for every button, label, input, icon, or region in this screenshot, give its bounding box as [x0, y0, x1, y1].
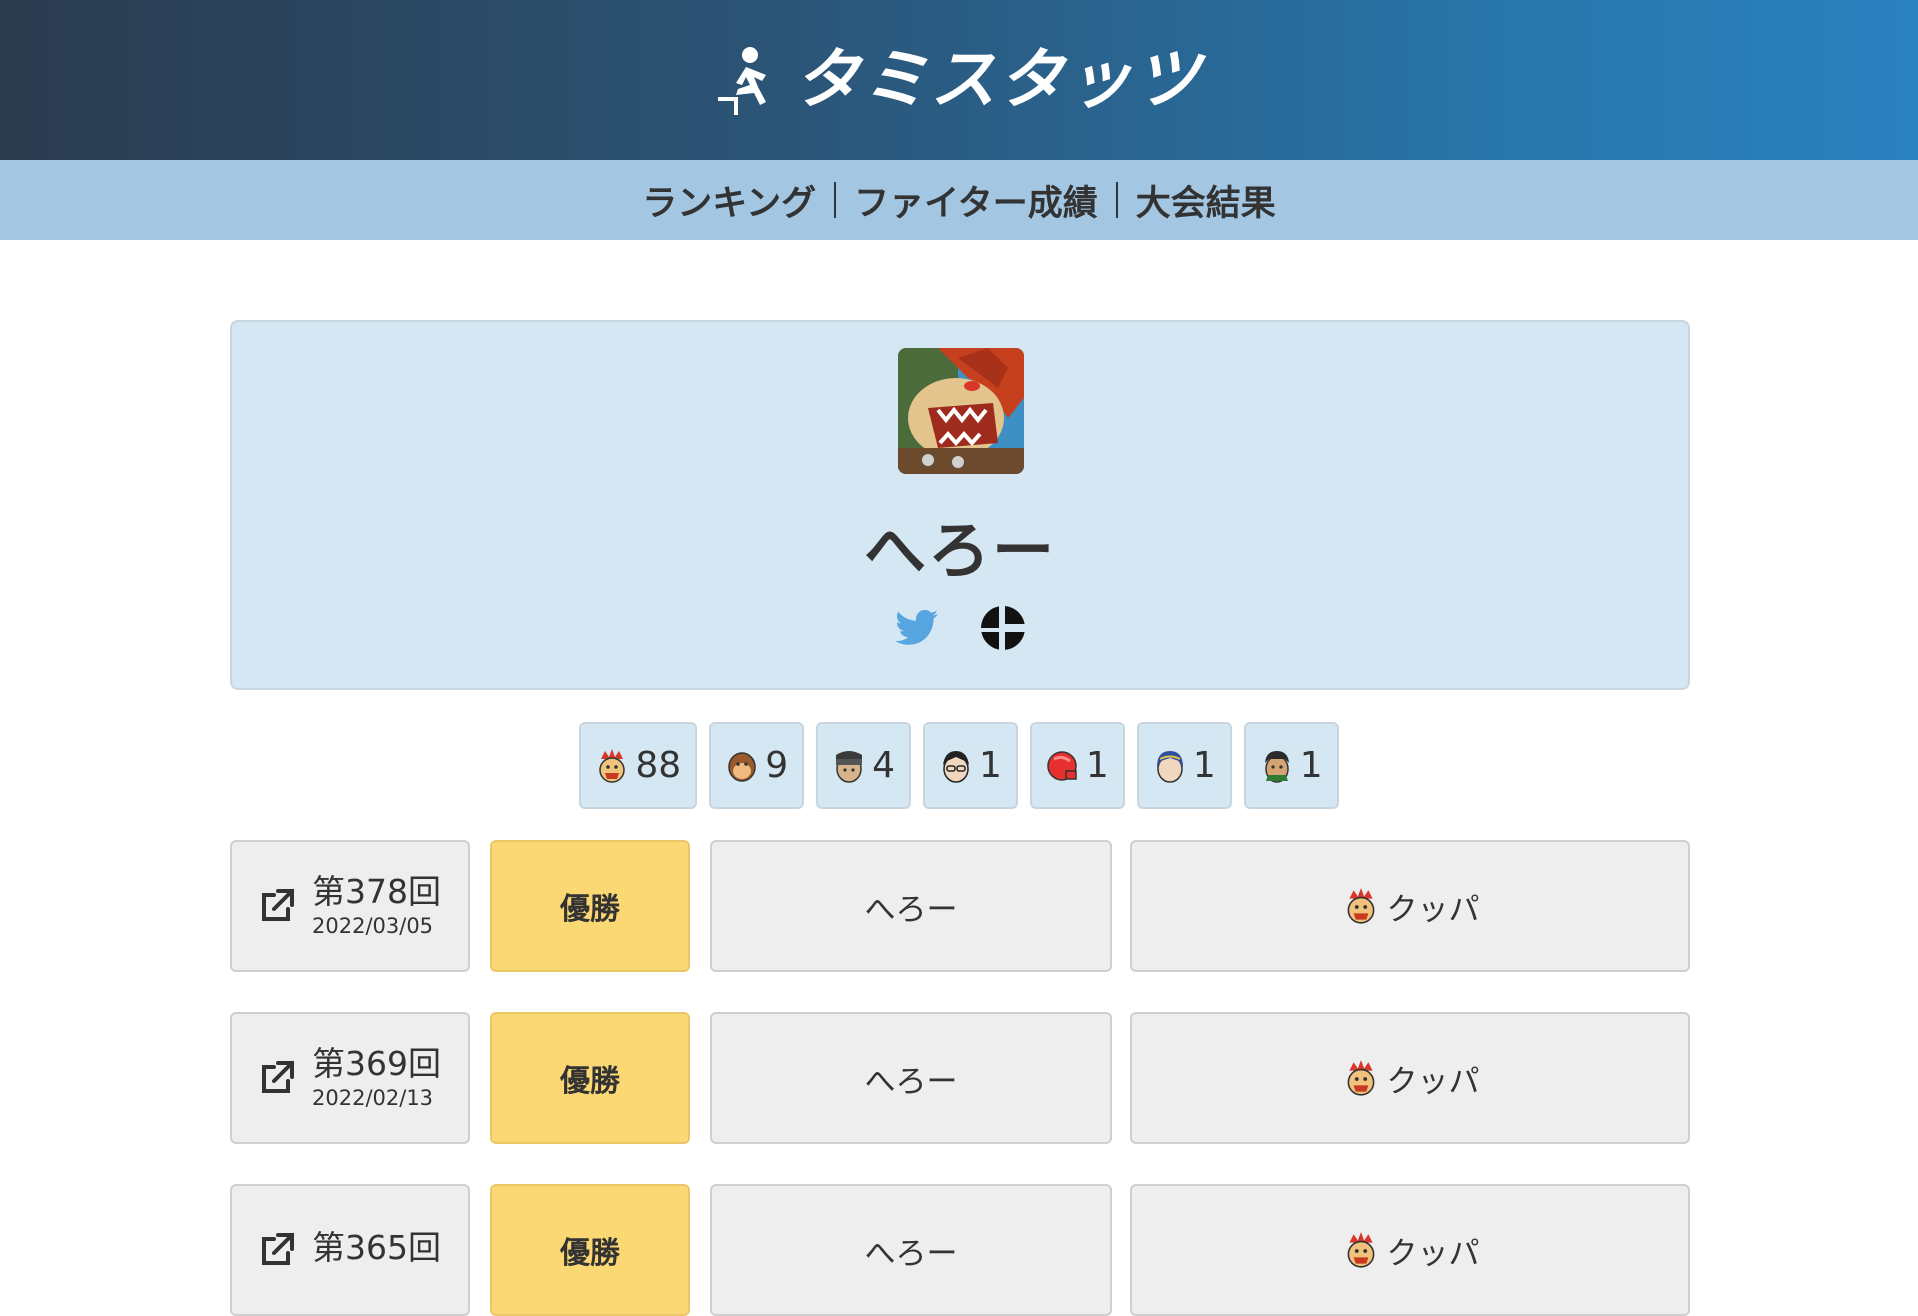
- event-number: 第378回: [312, 872, 441, 912]
- fighter-usage-chip[interactable]: 1: [1029, 722, 1125, 809]
- placing-badge: 優勝: [490, 840, 690, 972]
- fighter-usage-count: 1: [1085, 745, 1109, 786]
- nav-divider: [834, 182, 837, 218]
- result-row: 第369回 2022/02/13 優勝 へろー クッパ: [230, 1012, 1690, 1144]
- placing-label: 優勝: [560, 1064, 620, 1099]
- fighter-cell[interactable]: クッパ: [1130, 840, 1690, 972]
- fighter-cell[interactable]: クッパ: [1130, 1012, 1690, 1144]
- external-link-icon: [262, 889, 294, 921]
- twitter-icon[interactable]: [893, 604, 941, 652]
- placing-label: 優勝: [560, 1236, 620, 1271]
- nav-tournament-results[interactable]: 大会結果: [1130, 175, 1282, 226]
- nav-ranking[interactable]: ランキング: [636, 175, 822, 226]
- fighter-usage-count: 1: [1299, 745, 1323, 786]
- player-label: へろー: [864, 891, 958, 928]
- fighter-cell[interactable]: クッパ: [1130, 1184, 1690, 1316]
- marth-stock-icon: [1156, 750, 1183, 783]
- event-info: 第369回 2022/02/13: [312, 1044, 441, 1110]
- fighter-usage-count: 88: [635, 745, 682, 786]
- fighter-usage-chip[interactable]: 4: [816, 722, 911, 809]
- fighter-usage-chip[interactable]: 1: [923, 722, 1018, 809]
- site-title: タミスタッツ: [794, 41, 1202, 118]
- fighter-usage-count: 1: [1192, 745, 1216, 786]
- event-date: 2022/02/13: [312, 1085, 434, 1110]
- snake-stock-icon: [836, 750, 863, 783]
- player-profile-card: へろー: [230, 320, 1690, 690]
- fighter-label: クッパ: [1386, 1063, 1480, 1100]
- fighter-label: クッパ: [1386, 1235, 1480, 1272]
- fighter-usage-count: 1: [979, 745, 1002, 786]
- external-link-icon: [262, 1061, 294, 1093]
- event-number: 第365回: [312, 1227, 441, 1267]
- event-link[interactable]: 第378回 2022/03/05: [230, 840, 470, 972]
- fighter-usage-chip[interactable]: 1: [1243, 722, 1339, 809]
- terry-stock-icon: [1264, 750, 1289, 783]
- player-label: へろー: [864, 1235, 958, 1272]
- event-info: 第365回: [312, 1227, 441, 1270]
- fighter-usage-chip[interactable]: 88: [579, 722, 698, 809]
- sitting-person-icon: [718, 47, 766, 115]
- smash-icon[interactable]: [979, 604, 1027, 652]
- bowser-stock-icon: [1347, 888, 1374, 924]
- bowser-stock-icon: [599, 748, 626, 783]
- donkey-kong-stock-icon: [728, 751, 756, 782]
- site-header: タミスタッツ: [0, 0, 1918, 160]
- event-link[interactable]: 第365回: [230, 1184, 470, 1316]
- result-row: 第378回 2022/03/05 優勝 へろー クッパ: [230, 840, 1690, 972]
- event-info: 第378回 2022/03/05: [312, 872, 441, 938]
- social-links: [232, 604, 1688, 652]
- nav-fighter-results[interactable]: ファイター成績: [848, 175, 1104, 226]
- result-row: 第365回 優勝 へろー クッパ: [230, 1184, 1690, 1316]
- bayonetta-stock-icon: [943, 750, 969, 783]
- player-name: へろー: [863, 514, 1056, 587]
- fighter-usage-chip[interactable]: 9: [709, 722, 805, 809]
- bowser-stock-icon: [1347, 1232, 1374, 1268]
- player-cell[interactable]: へろー: [710, 1184, 1112, 1316]
- little-mac-stock-icon: [1047, 750, 1077, 781]
- nav-divider: [1115, 182, 1118, 218]
- bowser-portrait-icon: [898, 348, 1024, 474]
- player-cell[interactable]: へろー: [710, 1012, 1112, 1144]
- external-link-icon: [262, 1233, 294, 1265]
- event-date: 2022/03/05: [312, 913, 434, 938]
- fighter-usage-count: 9: [765, 745, 789, 786]
- player-label: へろー: [864, 1063, 958, 1100]
- placing-badge: 優勝: [490, 1012, 690, 1144]
- main-nav: ランキング ファイター成績 大会結果: [0, 160, 1918, 240]
- bowser-stock-icon: [1347, 1060, 1374, 1096]
- placing-badge: 優勝: [490, 1184, 690, 1316]
- fighter-usage-list: 88 9 4 1 1 1 1: [0, 722, 1918, 809]
- event-number: 第369回: [312, 1044, 441, 1084]
- player-cell[interactable]: へろー: [710, 840, 1112, 972]
- placing-label: 優勝: [560, 892, 620, 927]
- site-logo[interactable]: タミスタッツ: [716, 45, 1202, 115]
- event-link[interactable]: 第369回 2022/02/13: [230, 1012, 470, 1144]
- fighter-usage-chip[interactable]: 1: [1136, 722, 1232, 809]
- fighter-label: クッパ: [1386, 891, 1480, 928]
- avatar: [898, 348, 1024, 474]
- fighter-usage-count: 4: [872, 745, 895, 786]
